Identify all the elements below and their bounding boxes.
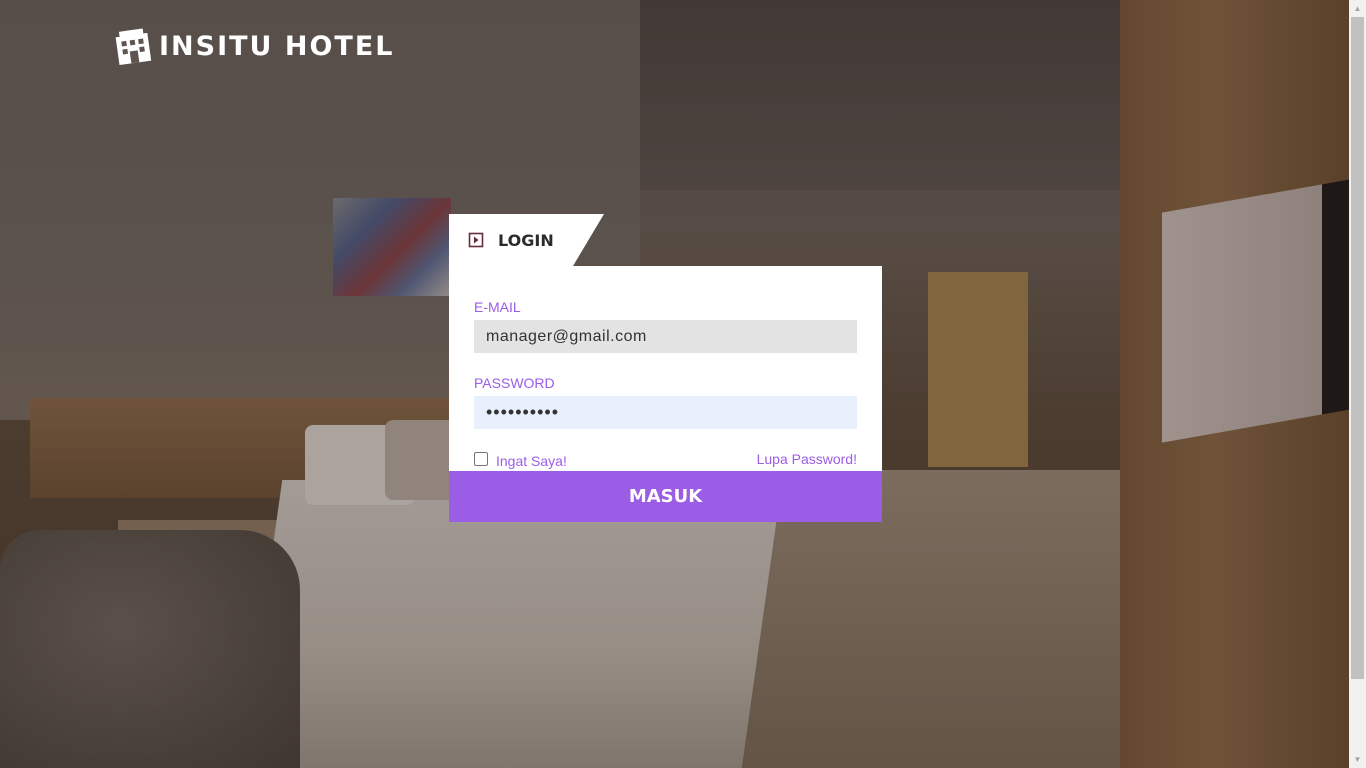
- sign-in-arrow-icon: [468, 232, 484, 248]
- login-submit-button[interactable]: MASUK: [449, 471, 882, 522]
- email-label: E-MAIL: [474, 299, 521, 315]
- login-page: INSITU HOTEL LOGIN E-MAIL PASSWORD Ingat: [0, 0, 1366, 768]
- password-label: PASSWORD: [474, 375, 555, 391]
- password-field[interactable]: [474, 396, 857, 429]
- vertical-scrollbar[interactable]: ▲ ▼: [1349, 0, 1366, 768]
- remember-me-label: Ingat Saya!: [496, 453, 567, 469]
- login-form: E-MAIL PASSWORD Ingat Saya! Lupa Passwor…: [449, 266, 882, 471]
- password-group: PASSWORD: [474, 375, 857, 429]
- scrollbar-thumb[interactable]: [1351, 17, 1364, 679]
- email-group: E-MAIL: [474, 299, 857, 353]
- remember-me[interactable]: Ingat Saya!: [474, 449, 567, 469]
- hotel-building-icon: [115, 28, 152, 66]
- email-field[interactable]: [474, 320, 857, 353]
- login-tab: LOGIN: [449, 214, 573, 266]
- remember-me-checkbox[interactable]: [474, 452, 488, 466]
- login-heading: LOGIN: [498, 230, 554, 250]
- forgot-password-link[interactable]: Lupa Password!: [757, 451, 857, 467]
- scroll-down-arrow-icon[interactable]: ▼: [1349, 751, 1366, 768]
- login-panel: LOGIN E-MAIL PASSWORD Ingat Saya! Lupa P…: [449, 214, 882, 522]
- login-options: Ingat Saya! Lupa Password!: [474, 449, 857, 469]
- brand-logo[interactable]: INSITU HOTEL: [111, 25, 395, 67]
- scroll-up-arrow-icon[interactable]: ▲: [1349, 0, 1366, 17]
- brand-name: INSITU HOTEL: [159, 30, 395, 62]
